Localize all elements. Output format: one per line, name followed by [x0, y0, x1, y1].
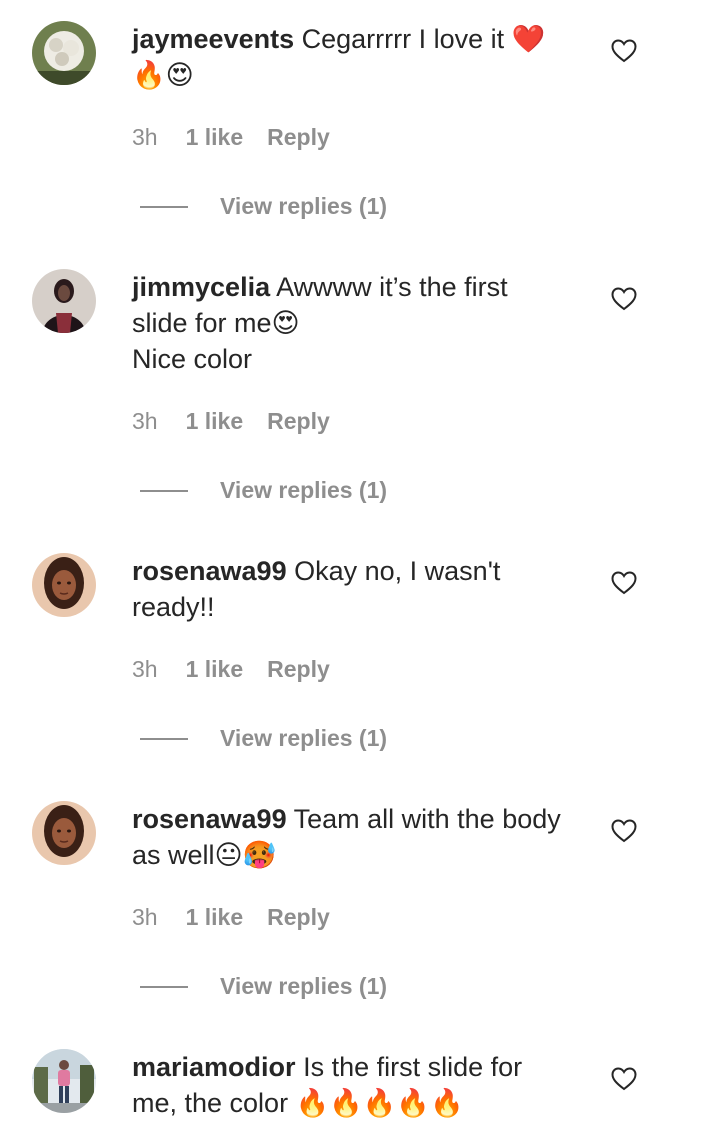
avatar[interactable]: [32, 1049, 96, 1113]
comment-text: rosenawa99 Okay no, I wasn't ready!!: [132, 553, 587, 625]
view-replies-button[interactable]: View replies (1): [140, 475, 387, 505]
reply-button[interactable]: Reply: [267, 124, 330, 150]
heart-outline-icon[interactable]: [611, 571, 637, 595]
comment-meta: 3h 1 like Reply: [132, 654, 330, 684]
comment-body-line: Is the first slide for: [303, 1052, 523, 1082]
comment-body-line: Nice color: [132, 344, 253, 374]
view-replies-button[interactable]: View replies (1): [140, 723, 387, 753]
comment-meta: 3h 1 like Reply: [132, 406, 330, 436]
heart-outline-icon[interactable]: [611, 1067, 637, 1091]
comment-text: rosenawa99 Team all with the body as wel…: [132, 801, 587, 873]
comment-text: jaymeevents Cegarrrrr I love it ❤️ 🔥😍: [132, 21, 587, 93]
comment-time: 3h: [132, 904, 158, 930]
view-replies-label: View replies (1): [220, 973, 388, 999]
view-replies-button[interactable]: View replies (1): [140, 191, 387, 221]
reply-button[interactable]: Reply: [267, 656, 330, 682]
comment-likes[interactable]: 1 like: [186, 408, 244, 434]
comment-time: 3h: [132, 124, 158, 150]
heart-outline-icon[interactable]: [611, 819, 637, 843]
comment-body-line: Cegarrrrr I love it ❤️: [301, 24, 546, 54]
comment-body-line: as well😐🥵: [132, 840, 277, 870]
comment-likes[interactable]: 1 like: [186, 124, 244, 150]
comment-likes[interactable]: 1 like: [186, 656, 244, 682]
comment-text: mariamodior Is the first slide for me, t…: [132, 1049, 587, 1121]
reply-button[interactable]: Reply: [267, 408, 330, 434]
comment-time: 3h: [132, 408, 158, 434]
comment-body-line: 🔥😍: [132, 60, 194, 90]
comment-username[interactable]: rosenawa99: [132, 556, 287, 586]
comment-meta: 3h 1 like Reply: [132, 122, 330, 152]
comment-body-line: Awwww it’s the first: [276, 272, 508, 302]
comment-body-line: ready!!: [132, 592, 215, 622]
heart-outline-icon[interactable]: [611, 39, 637, 63]
comment-meta: 3h 1 like Reply: [132, 902, 330, 932]
view-replies-label: View replies (1): [220, 477, 388, 503]
view-replies-label: View replies (1): [220, 725, 388, 751]
avatar[interactable]: [32, 801, 96, 865]
comment-username[interactable]: mariamodior: [132, 1052, 296, 1082]
divider-line: [140, 737, 188, 740]
comment-username[interactable]: jaymeevents: [132, 24, 294, 54]
comment-username[interactable]: jimmycelia: [132, 272, 270, 302]
avatar[interactable]: [32, 21, 96, 85]
heart-outline-icon[interactable]: [611, 287, 637, 311]
view-replies-button[interactable]: View replies (1): [140, 971, 387, 1001]
reply-button[interactable]: Reply: [267, 904, 330, 930]
avatar[interactable]: [32, 553, 96, 617]
comment-body-line: slide for me😍: [132, 308, 300, 338]
comment-time: 3h: [132, 656, 158, 682]
comment-likes[interactable]: 1 like: [186, 904, 244, 930]
comment-body-line: me, the color 🔥🔥🔥🔥🔥: [132, 1088, 464, 1118]
divider-line: [140, 489, 188, 492]
comment-body-line: Team all with the body: [293, 804, 561, 834]
comment-username[interactable]: rosenawa99: [132, 804, 287, 834]
view-replies-label: View replies (1): [220, 193, 388, 219]
comment-body-line: Okay no, I wasn't: [294, 556, 501, 586]
divider-line: [140, 205, 188, 208]
comment-text: jimmycelia Awwww it’s the first slide fo…: [132, 269, 587, 377]
avatar[interactable]: [32, 269, 96, 333]
divider-line: [140, 985, 188, 988]
